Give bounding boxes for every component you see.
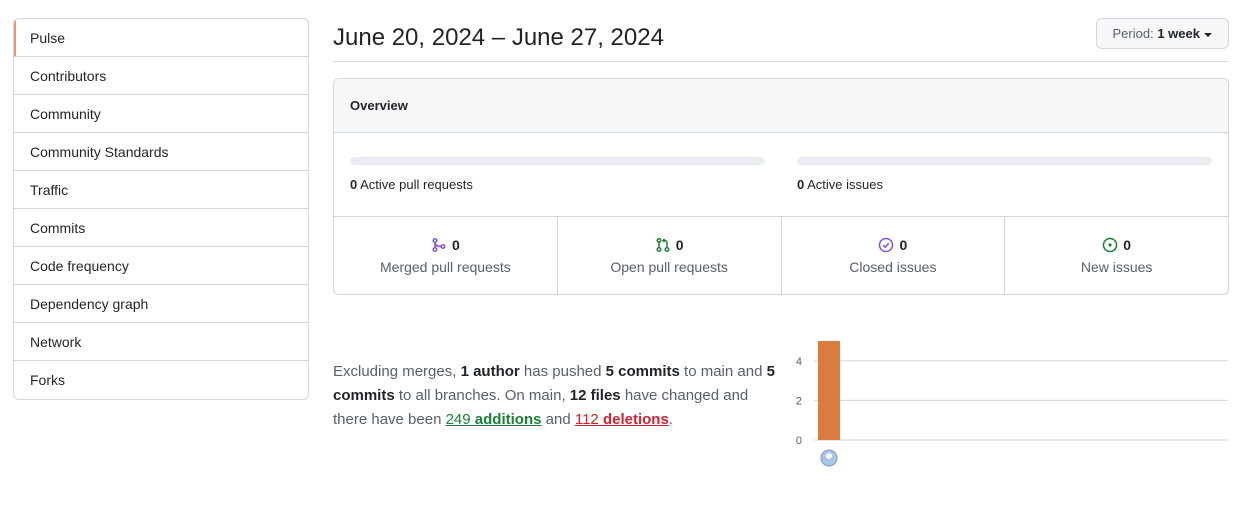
y-tick-label: 0 (796, 435, 802, 447)
overview-active-row: 0 Active pull requests 0 Active issues (334, 133, 1228, 217)
pulse-main: June 20, 2024 – June 27, 2024 Period: 1 … (333, 18, 1229, 295)
sidebar-item-community[interactable]: Community (14, 95, 308, 133)
active-issues-label: Active issues (807, 177, 884, 192)
summary-text: to main and (679, 363, 767, 380)
stat-open-prs[interactable]: 0 Open pull requests (558, 217, 782, 294)
summary-text: has pushed (519, 363, 606, 380)
sidebar-item-contributors[interactable]: Contributors (14, 57, 308, 95)
summary-authors: 1 author (460, 363, 520, 380)
active-issues-link[interactable]: 0 Active issues (797, 177, 1212, 192)
sidebar-item-commits[interactable]: Commits (14, 209, 308, 247)
active-prs-label: Active pull requests (360, 177, 473, 192)
active-issues-count: 0 (797, 177, 805, 192)
new-issues-count: 0 (1123, 237, 1132, 253)
author-avatar (820, 449, 838, 467)
active-prs-block: 0 Active pull requests (350, 157, 765, 192)
overview-title: Overview (334, 79, 1228, 133)
sidebar-item-forks[interactable]: Forks (14, 361, 308, 399)
summary-text: . (668, 411, 673, 428)
pulse-header: June 20, 2024 – June 27, 2024 Period: 1 … (333, 18, 1229, 62)
commit-bar (818, 341, 840, 440)
closed-issue-icon (879, 237, 894, 253)
insights-sidebar: Pulse Contributors Community Community Stan… (13, 18, 309, 400)
sidebar-item-community-standards[interactable]: Community Standards (14, 133, 308, 171)
additions-link[interactable]: 249 additions (446, 411, 542, 428)
new-issues-label: New issues (1080, 259, 1153, 275)
deletions-count: 112 (574, 411, 599, 428)
active-prs-count: 0 (350, 177, 358, 192)
merged-pr-icon (432, 237, 446, 253)
open-issue-icon (1102, 237, 1118, 253)
sidebar-item-pulse[interactable]: Pulse (14, 19, 308, 57)
sidebar-item-code-frequency[interactable]: Code frequency (14, 247, 308, 285)
active-prs-link[interactable]: 0 Active pull requests (350, 177, 765, 192)
open-prs-label: Open pull requests (610, 259, 728, 275)
overview-box: Overview 0 Active pull requests 0 Active… (333, 78, 1229, 295)
stat-new-issues[interactable]: 0 New issues (1005, 217, 1228, 294)
closed-issues-label: Closed issues (849, 259, 937, 275)
overview-stats-row: 0 Merged pull requests 0 Open pull reque… (334, 217, 1228, 294)
y-tick-label: 2 (796, 395, 802, 407)
sidebar-item-traffic[interactable]: Traffic (14, 171, 308, 209)
active-issues-bar (797, 157, 1212, 165)
summary-files: 12 files (569, 387, 621, 404)
summary-text: Excluding merges, (333, 363, 461, 380)
summary-commits-main: 5 commits (605, 363, 680, 380)
summary-text: to all branches. On main, (394, 387, 570, 404)
active-issues-block: 0 Active issues (797, 157, 1212, 192)
open-pr-icon (656, 237, 670, 253)
stat-closed-issues[interactable]: 0 Closed issues (782, 217, 1006, 294)
commits-by-author-chart: 0 2 4 (796, 341, 1228, 467)
active-prs-bar (350, 157, 765, 165)
commit-summary: Excluding merges, 1 author has pushed 5 … (333, 360, 783, 432)
caret-down-icon (1204, 32, 1212, 37)
y-tick-label: 4 (796, 356, 802, 368)
date-range-title: June 20, 2024 – June 27, 2024 (333, 24, 664, 51)
period-prefix: Period: (1112, 26, 1154, 41)
sidebar-item-network[interactable]: Network (14, 323, 308, 361)
merged-prs-label: Merged pull requests (380, 259, 511, 275)
period-dropdown-button[interactable]: Period: 1 week (1095, 18, 1229, 49)
merged-prs-count: 0 (451, 237, 460, 253)
sidebar-item-dependency-graph[interactable]: Dependency graph (14, 285, 308, 323)
additions-count: 249 (445, 411, 471, 428)
deletions-word: deletions (602, 411, 669, 428)
period-value: 1 week (1157, 26, 1200, 41)
stat-merged-prs[interactable]: 0 Merged pull requests (334, 217, 558, 294)
summary-text: and (541, 411, 575, 428)
closed-issues-count: 0 (899, 237, 908, 253)
open-prs-count: 0 (675, 237, 684, 253)
additions-word: additions (474, 411, 542, 428)
deletions-link[interactable]: 112 deletions (575, 411, 669, 428)
